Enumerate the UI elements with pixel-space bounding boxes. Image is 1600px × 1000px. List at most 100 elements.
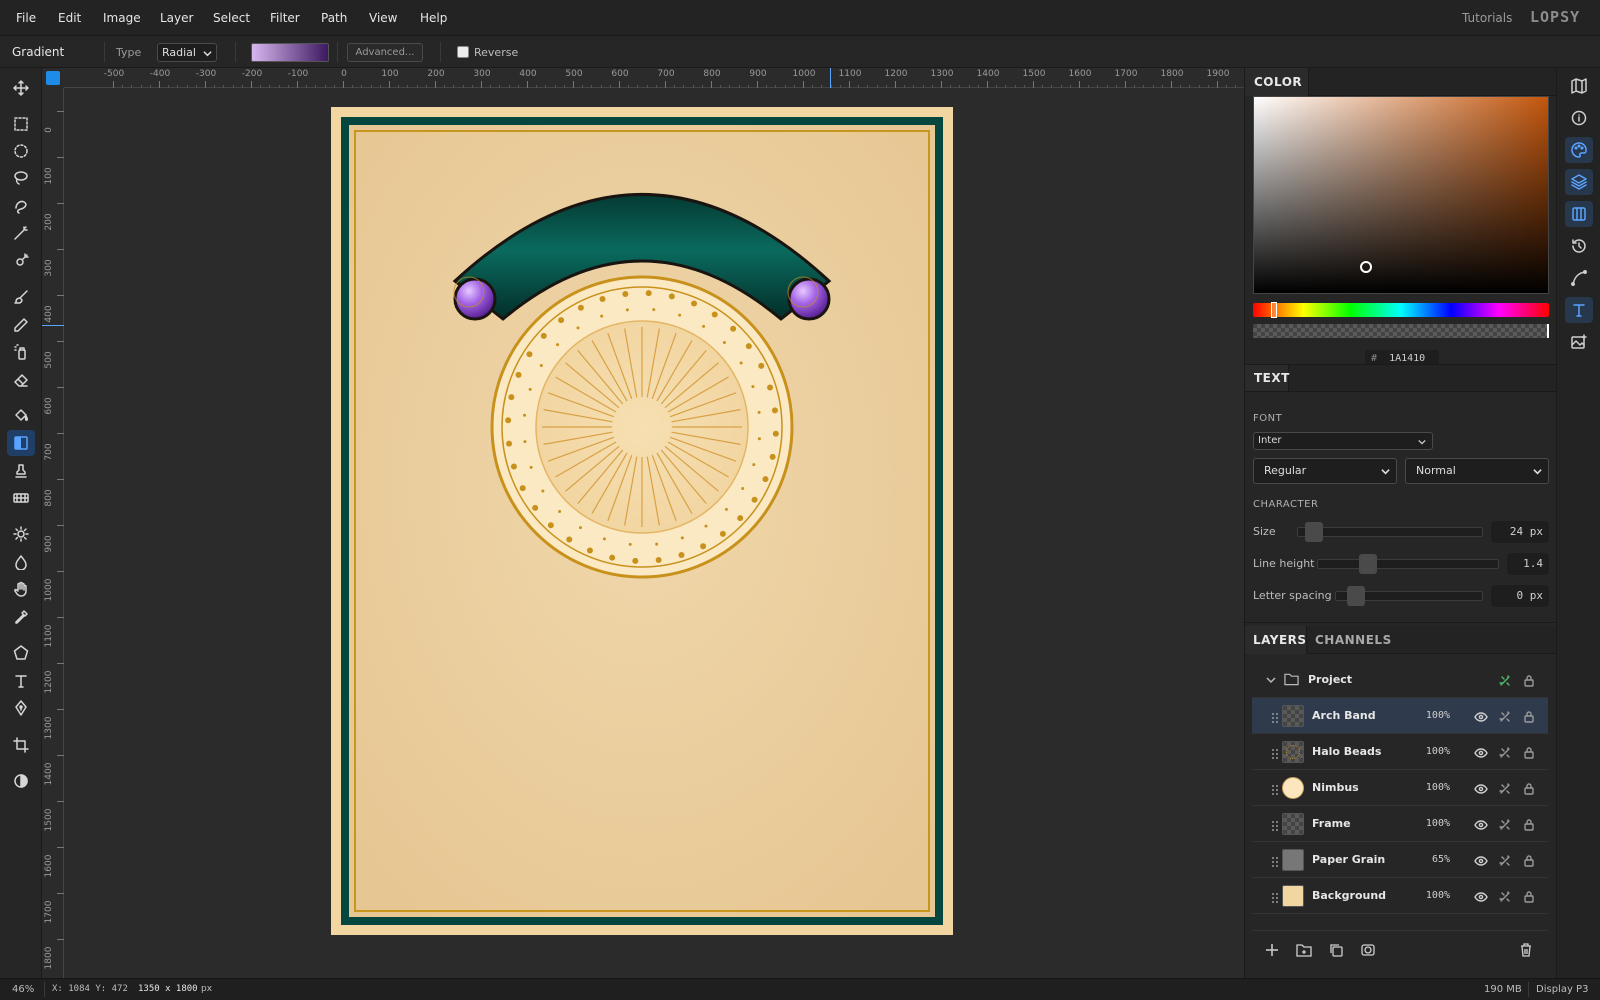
drag-handle-icon[interactable] xyxy=(1268,746,1282,760)
layer-opacity[interactable]: 100% xyxy=(1420,782,1450,793)
menu-select[interactable]: Select xyxy=(213,11,250,25)
layer-opacity[interactable]: 100% xyxy=(1420,746,1450,757)
fx-icon[interactable] xyxy=(1498,781,1512,795)
advanced-button[interactable]: Advanced... xyxy=(347,43,423,62)
columns-panel-button[interactable] xyxy=(1565,201,1593,227)
menu-file[interactable]: File xyxy=(16,11,36,25)
trash-icon[interactable] xyxy=(1518,942,1534,958)
alpha-slider[interactable] xyxy=(1253,324,1549,338)
stamp-tool[interactable] xyxy=(7,458,35,484)
reverse-checkbox[interactable] xyxy=(457,46,469,58)
spray-tool[interactable] xyxy=(7,339,35,365)
layer-group-row[interactable]: Project xyxy=(1252,662,1548,698)
size-value[interactable]: 24 px xyxy=(1491,521,1549,543)
palette-panel-button[interactable] xyxy=(1565,137,1593,163)
layer-row[interactable]: Halo Beads 100% xyxy=(1252,734,1548,770)
font-family-select[interactable]: Inter xyxy=(1253,432,1433,450)
add-group-icon[interactable] xyxy=(1296,942,1312,958)
contrast-tool[interactable] xyxy=(7,768,35,794)
drag-handle-icon[interactable] xyxy=(1268,782,1282,796)
layer-row[interactable]: Background 100% xyxy=(1252,878,1548,914)
eye-icon[interactable] xyxy=(1474,709,1488,723)
object-select-tool[interactable] xyxy=(7,193,35,219)
tab-channels[interactable]: CHANNELS xyxy=(1315,633,1392,647)
line-height-slider-handle[interactable] xyxy=(1359,554,1377,574)
layer-row[interactable]: Paper Grain 65% xyxy=(1252,842,1548,878)
lock-icon[interactable] xyxy=(1522,853,1536,867)
add-layer-icon[interactable] xyxy=(1264,942,1280,958)
gradient-type-select[interactable]: Radial xyxy=(157,43,217,62)
lock-icon[interactable] xyxy=(1522,673,1536,687)
layer-row[interactable]: Frame 100% xyxy=(1252,806,1548,842)
layer-opacity[interactable]: 100% xyxy=(1420,818,1450,829)
menu-path[interactable]: Path xyxy=(321,11,347,25)
menu-edit[interactable]: Edit xyxy=(58,11,81,25)
eye-icon[interactable] xyxy=(1474,781,1488,795)
brush-tool[interactable] xyxy=(7,284,35,310)
map-panel-button[interactable] xyxy=(1565,73,1593,99)
hue-slider-handle[interactable] xyxy=(1271,302,1277,318)
drag-handle-icon[interactable] xyxy=(1268,818,1282,832)
fx-icon[interactable] xyxy=(1498,709,1512,723)
menu-filter[interactable]: Filter xyxy=(270,11,300,25)
menu-image[interactable]: Image xyxy=(103,11,141,25)
eye-icon[interactable] xyxy=(1474,853,1488,867)
chevron-down-icon[interactable] xyxy=(1266,675,1276,685)
eye-icon[interactable] xyxy=(1474,745,1488,759)
image-add-panel-button[interactable] xyxy=(1565,329,1593,355)
alpha-slider-handle[interactable] xyxy=(1547,324,1549,338)
mask-icon[interactable] xyxy=(1360,942,1376,958)
size-slider-handle[interactable] xyxy=(1305,522,1323,542)
tutorials-link[interactable]: Tutorials xyxy=(1462,11,1512,25)
history-panel-button[interactable] xyxy=(1565,233,1593,259)
ellipse-select-tool[interactable] xyxy=(7,138,35,164)
lock-icon[interactable] xyxy=(1522,745,1536,759)
quick-select-tool[interactable] xyxy=(7,248,35,274)
color-saturation-picker[interactable] xyxy=(1253,96,1549,294)
pen-tool[interactable] xyxy=(7,695,35,721)
blur-tool[interactable] xyxy=(7,549,35,575)
fx-icon[interactable] xyxy=(1498,853,1512,867)
hand-tool[interactable] xyxy=(7,576,35,602)
font-weight-select[interactable]: Regular xyxy=(1253,458,1397,484)
lasso-tool[interactable] xyxy=(7,165,35,191)
layer-opacity[interactable]: 65% xyxy=(1420,854,1450,865)
layer-opacity[interactable]: 100% xyxy=(1420,710,1450,721)
duplicate-layer-icon[interactable] xyxy=(1328,942,1344,958)
gradient-tool[interactable] xyxy=(7,430,35,456)
lock-icon[interactable] xyxy=(1522,817,1536,831)
lock-icon[interactable] xyxy=(1522,709,1536,723)
letter-spacing-slider-handle[interactable] xyxy=(1347,586,1365,606)
gradient-preview-swatch[interactable] xyxy=(251,43,329,62)
drag-handle-icon[interactable] xyxy=(1268,710,1282,724)
polygon-tool[interactable] xyxy=(7,640,35,666)
fx-icon[interactable] xyxy=(1498,673,1512,687)
line-height-value[interactable]: 1.4 xyxy=(1507,553,1549,575)
lock-icon[interactable] xyxy=(1522,781,1536,795)
menu-help[interactable]: Help xyxy=(420,11,447,25)
magic-wand-tool[interactable] xyxy=(7,220,35,246)
bucket-tool[interactable] xyxy=(7,402,35,428)
canvas-area[interactable] xyxy=(64,88,1244,978)
drag-handle-icon[interactable] xyxy=(1268,854,1282,868)
pencil-tool[interactable] xyxy=(7,312,35,338)
hue-slider[interactable] xyxy=(1253,302,1549,318)
eye-icon[interactable] xyxy=(1474,889,1488,903)
layer-row[interactable]: Arch Band 100% xyxy=(1252,698,1548,734)
pattern-tool[interactable] xyxy=(7,485,35,511)
layers-panel-button[interactable] xyxy=(1565,169,1593,195)
text-tool-tool[interactable] xyxy=(7,668,35,694)
eraser-tool[interactable] xyxy=(7,367,35,393)
move-tool[interactable] xyxy=(7,75,35,101)
document-canvas[interactable] xyxy=(64,88,1244,978)
dodge-tool[interactable] xyxy=(7,521,35,547)
eye-icon[interactable] xyxy=(1474,817,1488,831)
size-slider[interactable] xyxy=(1297,527,1483,537)
rect-select-tool[interactable] xyxy=(7,111,35,137)
crop-tool[interactable] xyxy=(7,732,35,758)
line-height-slider[interactable] xyxy=(1317,559,1499,569)
fx-icon[interactable] xyxy=(1498,817,1512,831)
lock-icon[interactable] xyxy=(1522,889,1536,903)
fx-icon[interactable] xyxy=(1498,745,1512,759)
menu-layer[interactable]: Layer xyxy=(160,11,193,25)
